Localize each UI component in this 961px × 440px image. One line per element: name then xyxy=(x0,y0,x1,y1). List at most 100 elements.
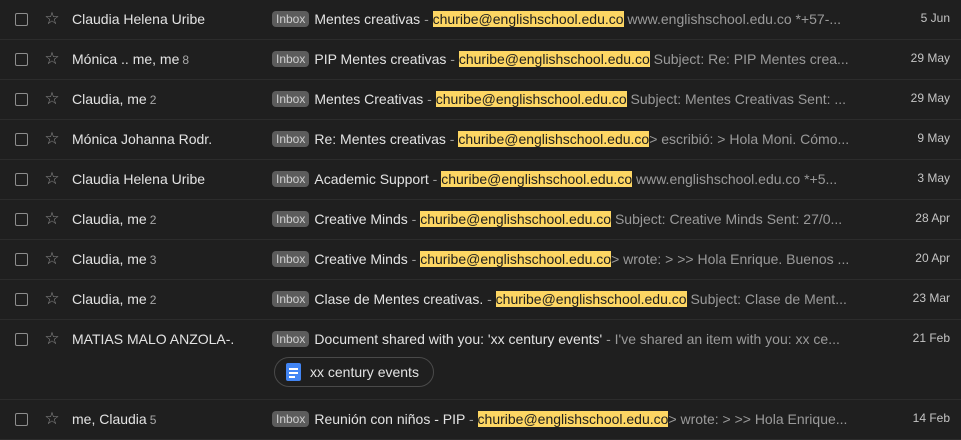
star-icon[interactable]: ☆ xyxy=(42,408,62,430)
star-icon[interactable]: ☆ xyxy=(42,168,62,190)
subject: Document shared with you: 'xx century ev… xyxy=(314,331,603,347)
subject: Reunión con niños - PIP xyxy=(314,411,466,427)
email-row[interactable]: ☆ Mónica Johanna Rodr. Inbox Re: Mentes cre… xyxy=(0,120,961,160)
date: 3 May xyxy=(917,171,950,185)
search-highlight: churibe@englishschool.edu.co xyxy=(432,11,624,27)
inbox-label-badge[interactable]: Inbox xyxy=(272,11,310,27)
date: 29 May xyxy=(910,51,950,65)
star-icon[interactable]: ☆ xyxy=(42,48,62,70)
date: 23 Mar xyxy=(912,291,950,305)
thread-count: 3 xyxy=(149,253,157,267)
snippet: www.englishschool.edu.co *+5... xyxy=(632,171,838,187)
thread-count: 5 xyxy=(149,413,157,427)
message-line: Inbox Reunión con niños - PIP - churibe@e… xyxy=(272,409,857,429)
thread-count: 8 xyxy=(182,53,190,67)
checkbox-icon[interactable] xyxy=(15,213,28,226)
email-row[interactable]: ☆ Claudia, me 2 Inbox Mentes Creativas - chu… xyxy=(0,80,961,120)
snippet: > wrote: > >> Hola Enrique... xyxy=(668,411,848,427)
search-highlight: churibe@englishschool.edu.co xyxy=(420,211,612,227)
inbox-label-badge[interactable]: Inbox xyxy=(272,171,310,187)
inbox-label-badge[interactable]: Inbox xyxy=(272,131,310,147)
email-row[interactable]: ☆ Claudia, me 2 Inbox Creative Minds - churi… xyxy=(0,200,961,240)
sender-text: Claudia, me xyxy=(72,291,147,307)
checkbox-icon[interactable] xyxy=(15,413,28,426)
checkbox-icon[interactable] xyxy=(15,13,28,26)
subject: Clase de Mentes creativas. xyxy=(314,291,484,307)
sender-text: Claudia, me xyxy=(72,211,147,227)
date: 21 Feb xyxy=(912,331,950,345)
date: 9 May xyxy=(917,131,950,145)
sender-name: Mónica .. me, me 8 xyxy=(72,51,189,67)
attachment-chip[interactable]: xx century events xyxy=(274,357,434,387)
message-line: Inbox Creative Minds - churibe@englishsch… xyxy=(272,209,857,229)
separator: - xyxy=(483,291,496,307)
star-icon[interactable]: ☆ xyxy=(42,248,62,270)
sender-name: Claudia Helena Uribe xyxy=(72,11,205,27)
email-row[interactable]: ☆ Mónica .. me, me 8 Inbox PIP Mentes creati… xyxy=(0,40,961,80)
email-row[interactable]: ☆ MATIAS MALO ANZOLA-. Inbox Document share… xyxy=(0,320,961,400)
checkbox-icon[interactable] xyxy=(15,173,28,186)
search-highlight: churibe@englishschool.edu.co xyxy=(420,251,612,267)
sender-text: Claudia, me xyxy=(72,91,147,107)
subject: Creative Minds xyxy=(314,251,408,267)
subject: Creative Minds xyxy=(314,211,408,227)
subject: Mentes Creativas xyxy=(314,91,424,107)
date: 14 Feb xyxy=(912,411,950,425)
separator: - xyxy=(423,91,436,107)
snippet: Subject: Re: PIP Mentes crea... xyxy=(649,51,849,67)
separator: - xyxy=(445,131,459,147)
sender-text: Mónica Johanna Rodr. xyxy=(72,131,213,147)
email-row[interactable]: ☆ Claudia Helena Uribe Inbox Academic Suppo… xyxy=(0,160,961,200)
inbox-label-badge[interactable]: Inbox xyxy=(272,291,310,307)
inbox-label-badge[interactable]: Inbox xyxy=(272,251,310,267)
snippet: Subject: Mentes Creativas Sent: ... xyxy=(626,91,847,107)
star-icon[interactable]: ☆ xyxy=(42,288,62,310)
email-row[interactable]: ☆ Claudia Helena Uribe Inbox Mentes creativ… xyxy=(0,0,961,40)
search-highlight: churibe@englishschool.edu.co xyxy=(458,51,650,67)
sender-text: MATIAS MALO ANZOLA-. xyxy=(72,331,235,347)
checkbox-icon[interactable] xyxy=(15,253,28,266)
separator: - xyxy=(407,251,421,267)
message-line: Inbox PIP Mentes creativas - churibe@engl… xyxy=(272,49,857,69)
checkbox-icon[interactable] xyxy=(15,133,28,146)
sender-text: Mónica .. me, me xyxy=(72,51,180,67)
date: 20 Apr xyxy=(915,251,950,265)
date: 28 Apr xyxy=(915,211,950,225)
message-line: Inbox Re: Mentes creativas - churibe@engl… xyxy=(272,129,857,149)
sender-name: Claudia Helena Uribe xyxy=(72,171,205,187)
sender-name: MATIAS MALO ANZOLA-. xyxy=(72,331,234,347)
star-icon[interactable]: ☆ xyxy=(42,8,62,30)
date: 29 May xyxy=(910,91,950,105)
subject: PIP Mentes creativas xyxy=(314,51,447,67)
checkbox-icon[interactable] xyxy=(15,53,28,66)
message-line: Inbox Mentes creativas - churibe@englishs… xyxy=(272,9,857,29)
snippet: www.englishschool.edu.co *+57-... xyxy=(623,11,842,27)
sender-text: me, Claudia xyxy=(72,411,147,427)
thread-count: 2 xyxy=(149,213,157,227)
thread-count: 2 xyxy=(149,93,157,107)
inbox-label-badge[interactable]: Inbox xyxy=(272,51,310,67)
star-icon[interactable]: ☆ xyxy=(42,208,62,230)
star-icon[interactable]: ☆ xyxy=(42,128,62,150)
sender-name: Claudia, me 3 xyxy=(72,251,156,267)
star-icon[interactable]: ☆ xyxy=(42,328,62,350)
inbox-label-badge[interactable]: Inbox xyxy=(272,411,310,427)
checkbox-icon[interactable] xyxy=(15,333,28,346)
inbox-label-badge[interactable]: Inbox xyxy=(272,331,310,347)
checkbox-icon[interactable] xyxy=(15,93,28,106)
message-line: Inbox Mentes Creativas - churibe@englishs… xyxy=(272,89,857,109)
checkbox-icon[interactable] xyxy=(15,293,28,306)
separator: - xyxy=(465,411,478,427)
star-icon[interactable]: ☆ xyxy=(42,88,62,110)
inbox-label-badge[interactable]: Inbox xyxy=(272,91,310,107)
separator: - xyxy=(428,171,442,187)
email-row[interactable]: ☆ me, Claudia 5 Inbox Reunión con niños - PI… xyxy=(0,400,961,440)
snippet: Subject: Clase de Ment... xyxy=(686,291,847,307)
separator: - xyxy=(420,11,433,27)
inbox-label-badge[interactable]: Inbox xyxy=(272,211,310,227)
email-row[interactable]: ☆ Claudia, me 3 Inbox Creative Minds - churi… xyxy=(0,240,961,280)
sender-text: Claudia Helena Uribe xyxy=(72,11,206,27)
snippet: Subject: Creative Minds Sent: 27/0... xyxy=(611,211,843,227)
message-line: Inbox Academic Support - churibe@englishs… xyxy=(272,169,857,189)
email-row[interactable]: ☆ Claudia, me 2 Inbox Clase de Mentes creati… xyxy=(0,280,961,320)
